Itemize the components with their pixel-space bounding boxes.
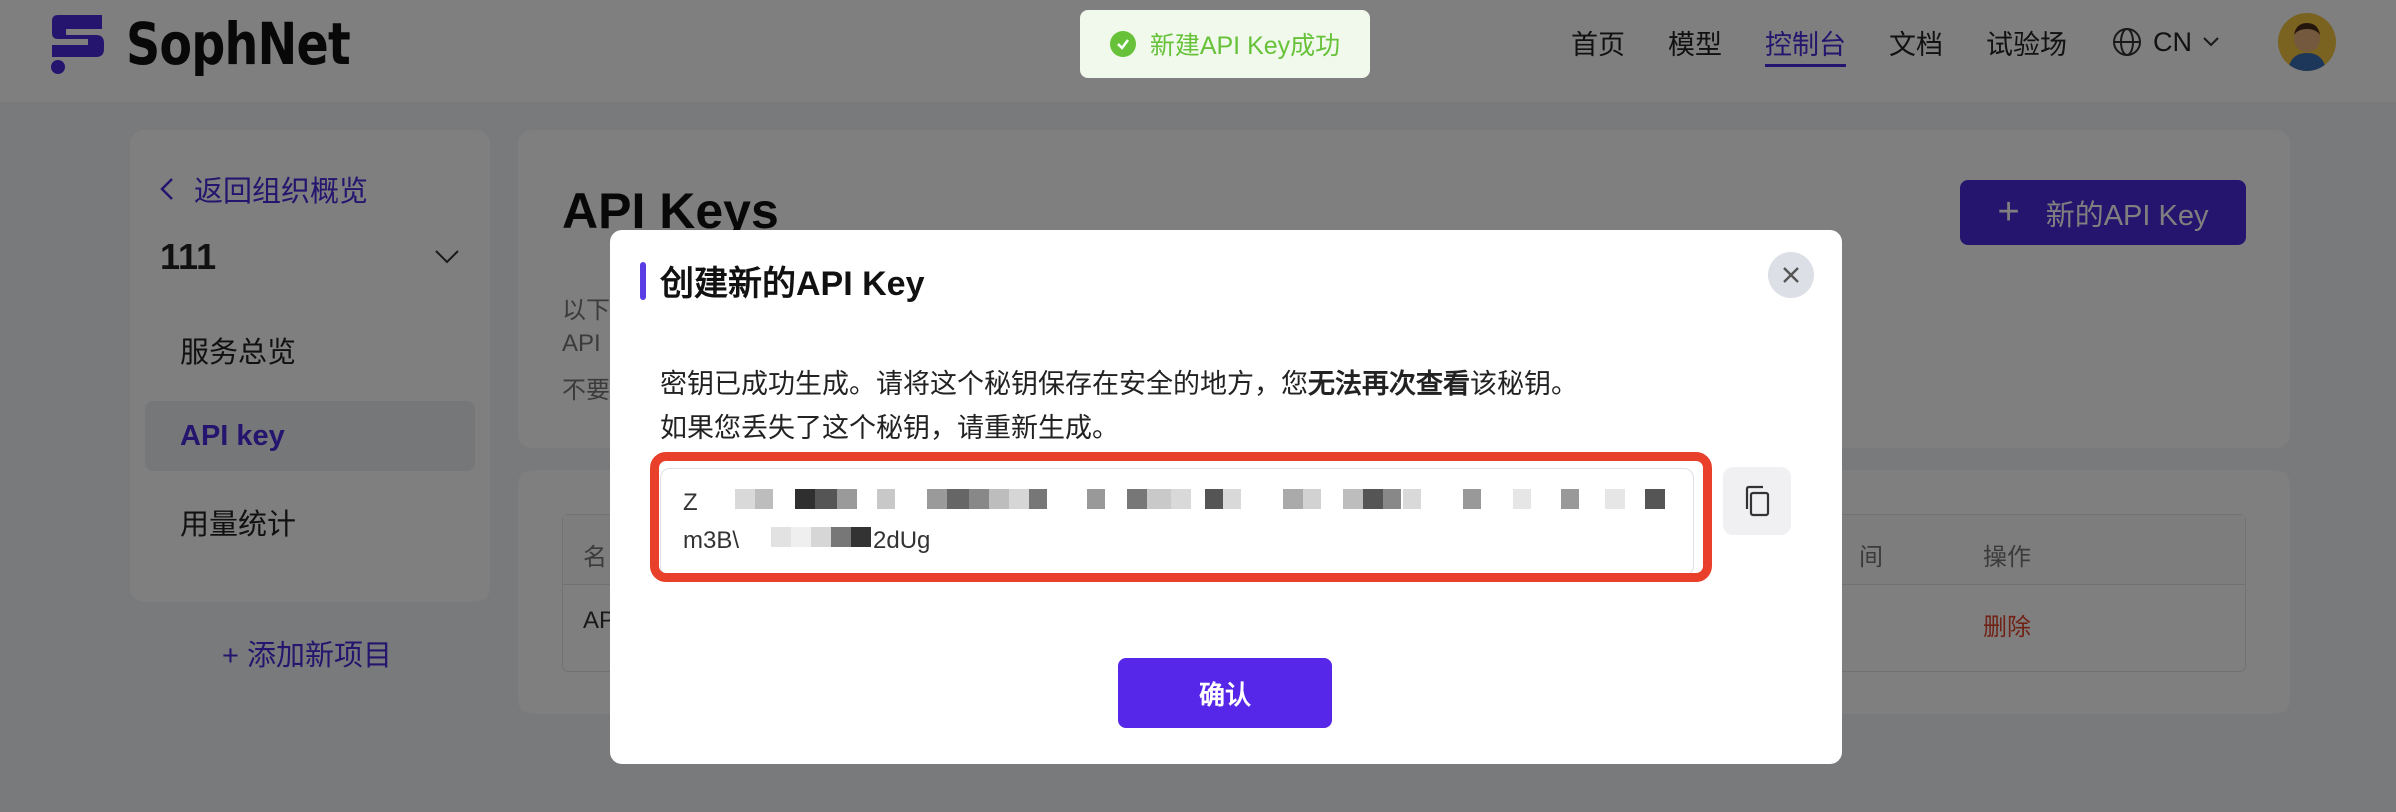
- red-highlight-annotation: [650, 452, 1712, 582]
- copy-icon: [1745, 485, 1770, 517]
- toast-message: 新建API Key成功: [1149, 32, 1341, 60]
- check-circle-icon: [1109, 31, 1136, 57]
- dialog-message-line-1: 密钥已成功生成。请将这个秘钥保存在安全的地方，您无法再次查看该秘钥。: [660, 362, 1578, 401]
- dialog-title: 创建新的API Key: [640, 256, 925, 305]
- confirm-button[interactable]: 确认: [1118, 658, 1332, 728]
- dialog-title-text: 创建新的API Key: [660, 265, 925, 303]
- copy-button[interactable]: [1723, 467, 1791, 535]
- dialog-message-line-2: 如果您丢失了这个秘钥，请重新生成。: [660, 413, 1119, 443]
- close-icon: [1783, 267, 1799, 283]
- message-emphasis: 无法再次查看: [1308, 369, 1470, 399]
- message-text-end: 该秘钥。: [1470, 369, 1578, 399]
- create-api-key-dialog: 创建新的API Key 密钥已成功生成。请将这个秘钥保存在安全的地方，您无法再次…: [610, 230, 1842, 764]
- title-accent-bar: [640, 261, 646, 300]
- close-button[interactable]: [1768, 252, 1814, 298]
- message-text: 密钥已成功生成。请将这个秘钥保存在安全的地方，您: [660, 369, 1308, 399]
- success-toast: 新建API Key成功: [1080, 10, 1370, 78]
